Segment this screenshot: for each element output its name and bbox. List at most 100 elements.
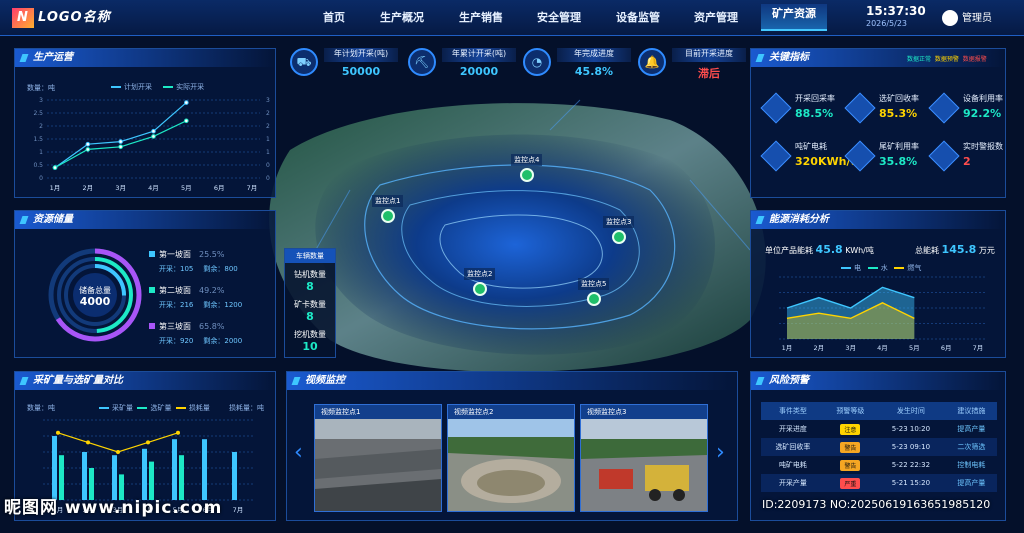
slope-remain: 剩余：800	[203, 265, 238, 273]
video-label: 视频监控点1	[315, 405, 441, 419]
y-unit-label: 数量：吨	[27, 84, 55, 92]
chart-icon	[760, 92, 792, 124]
slope-item: 第一坡面 25.5% 开采：105 剩余：800	[149, 249, 269, 274]
nav-production-sales[interactable]: 生产销售	[448, 9, 514, 25]
top-header: N LOGO名称 首页 生产概况 生产销售 安全管理 设备监管 资产管理 矿产资源…	[0, 0, 1024, 36]
data-point	[56, 430, 60, 435]
event-type: 开采进度	[778, 425, 807, 433]
y-tick-label: 2	[39, 123, 43, 130]
indicator-card: 设备利用率 92.2%	[928, 92, 1015, 133]
x-tick-label: 2月	[814, 344, 825, 352]
monitor-point-label: 监控点3	[603, 216, 635, 228]
total-energy-value: 145.8	[941, 243, 977, 256]
production-panel: 生产运营 数量：吨 计划开采 实际开采 0 0 0.5 0.5 1 1 1.5 1.5 2 2 2.…	[14, 48, 276, 198]
series-line	[54, 102, 187, 169]
data-point	[146, 440, 150, 445]
video-feed-1[interactable]: 视频监控点1	[314, 404, 442, 512]
nav-assets[interactable]: 资产管理	[683, 9, 749, 25]
status-badge: 注意	[840, 423, 861, 435]
monitor-point-label: 监控点1	[372, 195, 404, 207]
camera-pin-icon	[519, 168, 534, 182]
nav-production-overview[interactable]: 生产概况	[369, 9, 435, 25]
y-tick-label: 1	[39, 149, 43, 156]
table-row[interactable]: 吨矿电耗 警告 5-22 22:32 控制电耗	[761, 456, 997, 474]
resources-panel: 资源储量 储备总量 4000 第一坡面 25.5% 开采：105 剩余：800 第二坡面…	[14, 210, 276, 358]
chart-legend: 电 水 燃气	[841, 263, 921, 273]
table-row[interactable]: 开采产量 严重 5-21 15:20 提高产量	[761, 474, 997, 492]
monitor-point-4[interactable]: 监控点4	[511, 154, 543, 182]
nav-safety[interactable]: 安全管理	[526, 9, 592, 25]
kpi-value: 50000	[341, 65, 381, 78]
table-row[interactable]: 开采进度 注意 5-23 10:20 提高产量	[761, 420, 997, 438]
status-normal: 数据正常	[907, 56, 932, 63]
x-tick-label: 1月	[50, 184, 61, 192]
monitor-point-label: 监控点2	[464, 268, 496, 280]
nav-mineral-resources[interactable]: 矿产资源	[761, 4, 827, 31]
monitor-point-5[interactable]: 监控点5	[578, 278, 610, 306]
legend-swatch	[163, 86, 174, 88]
camera-pin-icon	[586, 292, 601, 306]
pie-icon: ◔	[523, 48, 551, 76]
unit-energy-value: 45.8	[815, 243, 843, 256]
next-arrow-icon[interactable]: ›	[716, 440, 725, 465]
legend-swatch	[175, 407, 186, 409]
table-row[interactable]: 选矿回收率 警告 5-23 09:10 二次筛选	[761, 438, 997, 456]
y2-unit-label: 损耗量：吨	[229, 404, 264, 412]
data-point	[176, 430, 180, 435]
nav-home[interactable]: 首页	[301, 9, 367, 25]
logo[interactable]: N LOGO名称	[12, 6, 111, 28]
kpi-card: ⛏ 年累计开采(吨) 20000	[408, 46, 520, 84]
y2-tick-label: 1.5	[266, 136, 270, 143]
x-tick-label: 4月	[148, 184, 159, 192]
energy-panel: 能源消耗分析 单位产品能耗 45.8 KWh/吨 总能耗 145.8 万元 电 …	[750, 210, 1006, 358]
kpi-label: 年累计开采(吨)	[442, 48, 516, 62]
event-type: 吨矿电耗	[778, 461, 807, 469]
unit-energy-label: 单位产品能耗	[765, 246, 813, 255]
monitor-point-1[interactable]: 监控点1	[372, 195, 404, 223]
monitor-point-3[interactable]: 监控点3	[603, 216, 635, 244]
indicator-label: 开采回采率	[795, 94, 835, 103]
indicator-card: 实时警报数 2	[928, 140, 1015, 181]
slope-marker-icon	[149, 251, 155, 257]
nav-equipment[interactable]: 设备监管	[605, 9, 671, 25]
chart-legend: 采矿量 选矿量 损耗量	[99, 403, 210, 413]
indicator-label: 设备利用率	[963, 94, 1003, 103]
x-tick-label: 4月	[877, 344, 888, 352]
indicator-label: 尾矿利用率	[879, 142, 919, 151]
legend-label: 计划开采	[124, 83, 152, 91]
video-feed-2[interactable]: 视频监控点2	[447, 404, 575, 512]
prev-arrow-icon[interactable]: ‹	[294, 440, 303, 465]
monitor-point-2[interactable]: 监控点2	[464, 268, 496, 296]
indicator-card: 开采回采率 88.5%	[760, 92, 847, 133]
slope-remain: 剩余：1200	[203, 301, 243, 309]
legend-label: 电	[854, 264, 861, 272]
legend-label: 实际开采	[176, 83, 205, 91]
key-indicators-panel: 关键指标 数据正常 数据预警 数据报警 开采回采率 88.5% 选矿回收率 85.3%…	[750, 48, 1006, 198]
data-point	[85, 147, 91, 152]
vehicle-count: 8	[306, 280, 314, 293]
vehicle-label: 挖机数量	[294, 330, 326, 339]
series-line	[54, 120, 187, 169]
production-line-chart: 0 0 0.5 0.5 1 1 1.5 1.5 2 2 2.5 2.5 3 3 1月 2月 3月 4月 5月 6月 7月	[33, 97, 270, 192]
kpi-value: 滞后	[698, 67, 720, 80]
logo-mark: N	[12, 8, 34, 28]
video-label: 视频监控点3	[581, 405, 707, 419]
kpi-label: 年计划开采(吨)	[324, 48, 398, 62]
monitor-point-label: 监控点5	[578, 278, 610, 290]
pie-icon	[928, 92, 960, 124]
slope-item: 第三坡面 65.8% 开采：920 剩余：2000	[149, 321, 269, 346]
data-point	[118, 139, 123, 144]
event-type: 选矿回收率	[761, 438, 825, 456]
user-menu[interactable]: 管理员	[942, 9, 992, 26]
y2-tick-label: 2	[266, 123, 270, 130]
logo-text: LOGO名称	[38, 10, 111, 25]
level-cell: 注意	[825, 420, 876, 438]
site-watermark: 昵图网 www.nipic.com	[4, 498, 223, 518]
panel-title: 风险预警	[751, 372, 1005, 390]
data-point	[118, 144, 123, 150]
bar	[202, 439, 207, 500]
clock-time: 15:37:30	[866, 4, 926, 18]
x-tick-label: 7月	[973, 344, 984, 352]
video-feed-3[interactable]: 视频监控点3	[580, 404, 708, 512]
y2-tick-label: 0	[266, 175, 270, 182]
